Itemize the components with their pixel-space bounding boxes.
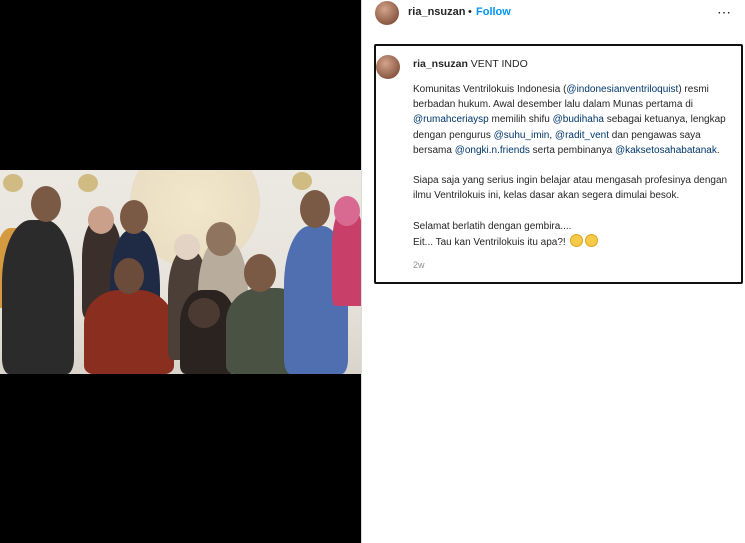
post-photo[interactable]: [0, 170, 361, 374]
caption-text-segment: serta pembinanya: [529, 144, 615, 156]
mention-link[interactable]: @indonesianventriloquist: [566, 84, 678, 95]
caption-text-segment: .: [716, 144, 720, 156]
person-head: [31, 186, 61, 222]
sponsor-logo: [292, 172, 312, 190]
post-username[interactable]: ria_nsuzan: [408, 6, 465, 18]
puppet-head: [174, 234, 200, 260]
mention-link[interactable]: @kaksetosahabatanak: [615, 145, 717, 156]
caption-paragraph: Selamat berlatih dengan gembira....: [413, 220, 572, 232]
post-details-panel: ria_nsuzan • Follow ⋯ ria_nsuzan VENT IN…: [361, 0, 745, 543]
person: [84, 290, 174, 374]
follow-button[interactable]: Follow: [476, 6, 511, 18]
grinning-face-icon: [585, 234, 599, 248]
caption-text-segment: Komunitas Ventrilokuis Indonesia (: [413, 84, 567, 95]
mention-link[interactable]: @suhu_imin: [494, 130, 550, 141]
caption-username[interactable]: ria_nsuzan: [413, 58, 468, 70]
person-head: [120, 200, 148, 234]
caption-header: ria_nsuzan VENT INDO: [413, 58, 528, 70]
more-options-icon[interactable]: ⋯: [717, 4, 732, 21]
caption-paragraph: Eit... Tau kan Ventrilokuis itu apa?!: [413, 237, 569, 249]
post-media[interactable]: [0, 0, 361, 543]
caption-title: VENT INDO: [470, 58, 528, 70]
user-avatar[interactable]: [375, 1, 399, 25]
caption-avatar[interactable]: [376, 55, 400, 79]
person-head: [300, 190, 330, 228]
person-head: [244, 254, 276, 292]
puppet-head: [188, 298, 220, 328]
mention-link[interactable]: @ongki.n.friends: [455, 145, 530, 156]
caption-paragraph: Siapa saja yang serius ingin belajar ata…: [413, 175, 730, 202]
puppet-head: [334, 196, 360, 226]
grinning-face-icon: [570, 234, 584, 248]
mention-link[interactable]: @rumahceriaysp: [413, 114, 489, 125]
caption-text: Komunitas Ventrilokuis Indonesia (@indon…: [413, 82, 738, 250]
person: [2, 220, 74, 374]
separator-dot: •: [468, 6, 472, 18]
caption-highlight-box: ria_nsuzan VENT INDO Komunitas Ventrilok…: [374, 44, 743, 284]
post-timestamp[interactable]: 2w: [413, 260, 425, 270]
mention-link[interactable]: @budihaha: [553, 114, 604, 125]
sponsor-logo: [3, 174, 23, 192]
person-head: [206, 222, 236, 256]
caption-text-segment: memilih shifu: [488, 114, 553, 126]
sponsor-logo: [78, 174, 98, 192]
mention-link[interactable]: @radit_vent: [555, 130, 609, 141]
person-head: [114, 258, 144, 294]
puppet-head: [88, 206, 114, 234]
post-header: ria_nsuzan • Follow ⋯: [362, 0, 745, 25]
